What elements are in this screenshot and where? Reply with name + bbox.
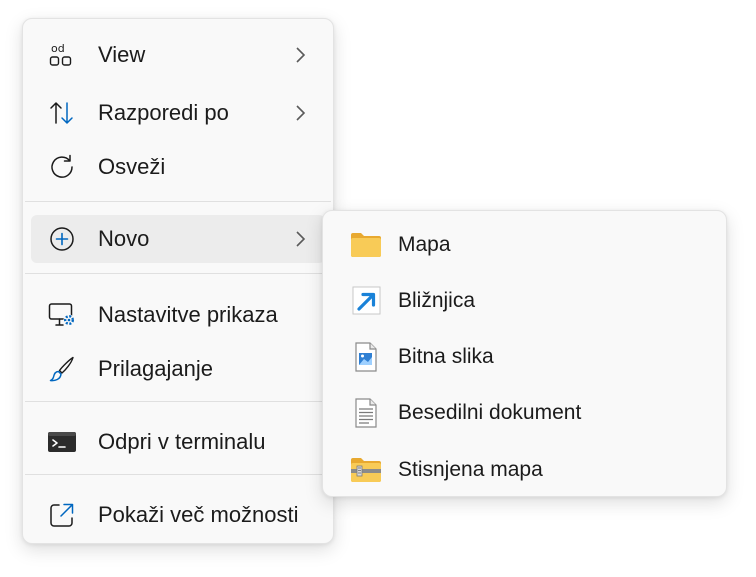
brush-icon <box>47 354 77 384</box>
menu-separator <box>25 401 331 402</box>
submenu-item-label: Besedilni dokument <box>398 401 582 424</box>
folder-icon <box>349 229 383 261</box>
chevron-right-icon <box>296 47 306 63</box>
more-options-icon <box>47 500 77 530</box>
terminal-icon <box>47 427 77 457</box>
submenu-item-text-document[interactable]: Besedilni dokument <box>331 388 718 438</box>
bitmap-icon <box>349 341 383 373</box>
menu-item-view[interactable]: od View <box>31 31 325 79</box>
menu-item-label: Prilagajanje <box>98 356 213 381</box>
submenu-item-label: Bitna slika <box>398 345 494 368</box>
submenu-item-label: Bližnjica <box>398 289 476 312</box>
menu-item-label: Novo <box>98 226 150 251</box>
menu-item-sort-by[interactable]: Razporedi po <box>31 89 325 137</box>
submenu-item-label: Stisnjena mapa <box>398 458 543 481</box>
submenu-item-shortcut[interactable]: Bližnjica <box>331 276 718 326</box>
menu-item-label: Odpri v terminalu <box>98 429 266 454</box>
menu-separator <box>25 474 331 475</box>
menu-separator <box>25 273 331 274</box>
add-icon <box>47 224 77 254</box>
chevron-right-icon <box>296 231 306 247</box>
menu-item-new[interactable]: Novo <box>31 215 325 263</box>
menu-item-label: Osveži <box>98 154 166 179</box>
display-settings-icon <box>47 300 77 330</box>
menu-item-open-in-terminal[interactable]: Odpri v terminalu <box>31 418 325 466</box>
menu-item-show-more-options[interactable]: Pokaži več možnosti <box>31 491 325 539</box>
menu-separator <box>25 201 331 202</box>
menu-item-label: Razporedi po <box>98 100 229 125</box>
shortcut-icon <box>349 285 383 317</box>
svg-text:od: od <box>51 42 65 55</box>
submenu-item-bitmap[interactable]: Bitna slika <box>331 332 718 382</box>
sort-icon <box>47 98 77 128</box>
context-menu: od View Razporedi po Osveži Novo Nastavi… <box>22 18 334 544</box>
refresh-icon <box>47 152 77 182</box>
menu-item-personalize[interactable]: Prilagajanje <box>31 345 325 393</box>
zip-folder-icon <box>349 454 383 486</box>
text-document-icon <box>349 397 383 429</box>
new-submenu: Mapa Bližnjica Bitna slika Besedilni dok… <box>322 210 727 497</box>
menu-item-label: Nastavitve prikaza <box>98 302 278 327</box>
submenu-item-label: Mapa <box>398 233 451 256</box>
menu-item-display-settings[interactable]: Nastavitve prikaza <box>31 291 325 339</box>
view-icon: od <box>47 40 77 70</box>
chevron-right-icon <box>296 105 306 121</box>
submenu-item-zip-folder[interactable]: Stisnjena mapa <box>331 445 718 495</box>
menu-item-label: View <box>98 42 146 67</box>
submenu-item-folder[interactable]: Mapa <box>331 220 718 270</box>
menu-item-label: Pokaži več možnosti <box>98 502 299 527</box>
menu-item-refresh[interactable]: Osveži <box>31 143 325 191</box>
